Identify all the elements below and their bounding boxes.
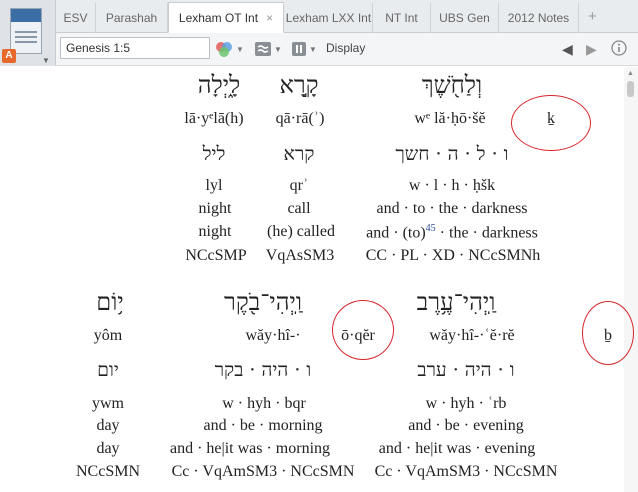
tab-label: Lexham OT Int (178, 10, 259, 25)
lexical-gloss: and · be · morning (203, 417, 323, 434)
hebrew-lemma[interactable]: קרא (284, 143, 315, 166)
visual-filter-button[interactable]: ▼ (214, 39, 244, 59)
toolbar: ▼ ▼ ▼ Display ◀ ▶ (56, 33, 638, 66)
tab-label: NT Int (385, 11, 418, 25)
book-cover-icon (10, 8, 42, 54)
scroll-up-icon[interactable]: ▲ (627, 70, 634, 77)
sense-gloss-implied: (to) (402, 224, 426, 242)
sense-gloss: and · he|it was · evening (378, 440, 536, 457)
reference-input[interactable] (60, 37, 210, 59)
morphology[interactable]: NCcSMP (185, 247, 246, 265)
morphology[interactable]: Cc · VqAmSM3 · NCcSMN (172, 463, 355, 481)
tab-nt-int[interactable]: NT Int (373, 3, 431, 33)
hebrew-lemma[interactable]: ליל (203, 143, 226, 166)
info-button[interactable] (611, 38, 627, 58)
chevron-down-icon: ▼ (274, 44, 282, 54)
morphology[interactable]: NCcSMN (76, 463, 140, 481)
tab-ubs-gen[interactable]: UBS Gen (431, 3, 499, 33)
morphology[interactable]: VqAsSM3 (266, 247, 334, 265)
scroll-thumb[interactable] (627, 81, 634, 97)
link-set-button[interactable]: ▼ (254, 39, 282, 59)
lexical-gloss: and · to · the · darkness (376, 200, 528, 217)
lemma-transliteration: lyl (205, 177, 223, 194)
transliteration: wᵉ lă·ḥō·šĕ (414, 110, 486, 127)
tab-lexham-lxx-int[interactable]: Lexham LXX Int (285, 3, 373, 33)
morphology[interactable]: CC · PL · XD · NCcSMNh (366, 247, 541, 265)
close-icon[interactable]: × (266, 11, 273, 25)
tab-label: 2012 Notes (507, 11, 570, 25)
sense-gloss: and · he|it was · morning (169, 440, 331, 457)
footnote-link[interactable]: 45 (426, 223, 436, 234)
hebrew-lemma[interactable]: יום (97, 359, 119, 382)
vertical-scrollbar[interactable]: ▲ (624, 67, 638, 492)
tab-label: Lexham LXX Int (285, 11, 372, 25)
tab-label: Parashah (105, 11, 158, 25)
resource-badge-icon: A (2, 49, 16, 63)
sense-gloss: day (96, 440, 120, 457)
resource-thumbnail[interactable]: A ▼ (0, 0, 56, 66)
transliteration: qā·rā(ʾ) (275, 110, 325, 127)
sense-gloss: and · (to)45 · the · darkness (366, 223, 538, 242)
parallel-resources-button[interactable]: ▼ (291, 39, 317, 59)
lexical-gloss: night (198, 200, 232, 217)
sense-gloss-text: · the · darkness (439, 224, 538, 242)
callout-letter: ḵ (547, 110, 555, 127)
info-icon (611, 40, 627, 56)
lexical-gloss: call (287, 200, 311, 217)
lexical-gloss: and · be · evening (408, 417, 524, 434)
sense-gloss: night (198, 223, 232, 240)
tab-2012-notes[interactable]: 2012 Notes (499, 3, 579, 33)
sense-gloss: (he) called (267, 223, 335, 241)
tab-esv[interactable]: ESV (56, 3, 96, 33)
lemma-transliteration: qrʾ (289, 177, 309, 194)
lemma-transliteration: ywm (92, 395, 124, 412)
interlinear-content: לָ֑יְלָה lā·yᵉlā(h) ליל lyl night night … (0, 67, 634, 492)
link-set-icon (255, 42, 271, 56)
forward-arrow-icon[interactable]: ▶ (586, 39, 597, 59)
hebrew-surface[interactable]: וַֽיְהִי־בֹ֖קֶר (224, 288, 302, 317)
back-arrow-icon[interactable]: ◀ (562, 39, 573, 59)
callout-letter: ḇ (604, 327, 612, 344)
tab-parashah[interactable]: Parashah (96, 3, 168, 33)
hebrew-surface[interactable]: וְלַחֹ֖שֶׁךְ (422, 71, 482, 100)
chevron-down-icon[interactable]: ▼ (42, 56, 50, 65)
tab-bar: ESV Parashah Lexham OT Int × Lexham LXX I… (0, 0, 638, 33)
lemma-transliteration: w · hyh · ʿrb (425, 395, 507, 412)
transliteration: yôm (93, 327, 123, 344)
hebrew-lemma[interactable]: ו · ל · ה · חשך (395, 143, 508, 166)
tab-lexham-ot-int[interactable]: Lexham OT Int × (168, 2, 284, 33)
hebrew-surface[interactable]: קָ֣רָא (279, 71, 318, 100)
transliteration: wăy·hî-· (245, 327, 301, 344)
parallel-resources-icon (292, 42, 306, 56)
chevron-down-icon: ▼ (236, 44, 244, 54)
tab-label: ESV (63, 11, 88, 25)
lemma-transliteration: w · hyh · bqr (222, 395, 306, 412)
transliteration: wăy·hî-·ʿĕ·rĕ (429, 327, 515, 344)
display-button[interactable]: Display (326, 41, 365, 55)
morphology[interactable]: Cc · VqAmSM3 · NCcSMN (375, 463, 558, 481)
sense-gloss-implied: (he) (267, 223, 293, 240)
hebrew-surface[interactable]: י֥וֹם (96, 288, 123, 317)
hebrew-lemma[interactable]: ו · היה · ערב (417, 359, 514, 382)
sense-gloss-text: called (296, 223, 335, 240)
transliteration-circled: ō·qĕr (341, 327, 375, 344)
sense-gloss-text: and · (366, 224, 399, 242)
transliteration: lā·yᵉlā(h) (184, 110, 244, 127)
lemma-transliteration: w · l · h · ḥšk (408, 177, 496, 194)
add-tab-icon[interactable]: + (588, 8, 597, 25)
chevron-down-icon: ▼ (309, 44, 317, 54)
lexical-gloss: day (96, 417, 120, 434)
hebrew-surface[interactable]: לָ֑יְלָה (198, 71, 241, 100)
visual-filter-icon (216, 42, 232, 57)
tab-label: UBS Gen (439, 11, 490, 25)
hebrew-surface[interactable]: וַֽיְהִי־עֶ֥רֶב (417, 288, 496, 317)
hebrew-lemma[interactable]: ו · היה · בקר (215, 359, 312, 382)
